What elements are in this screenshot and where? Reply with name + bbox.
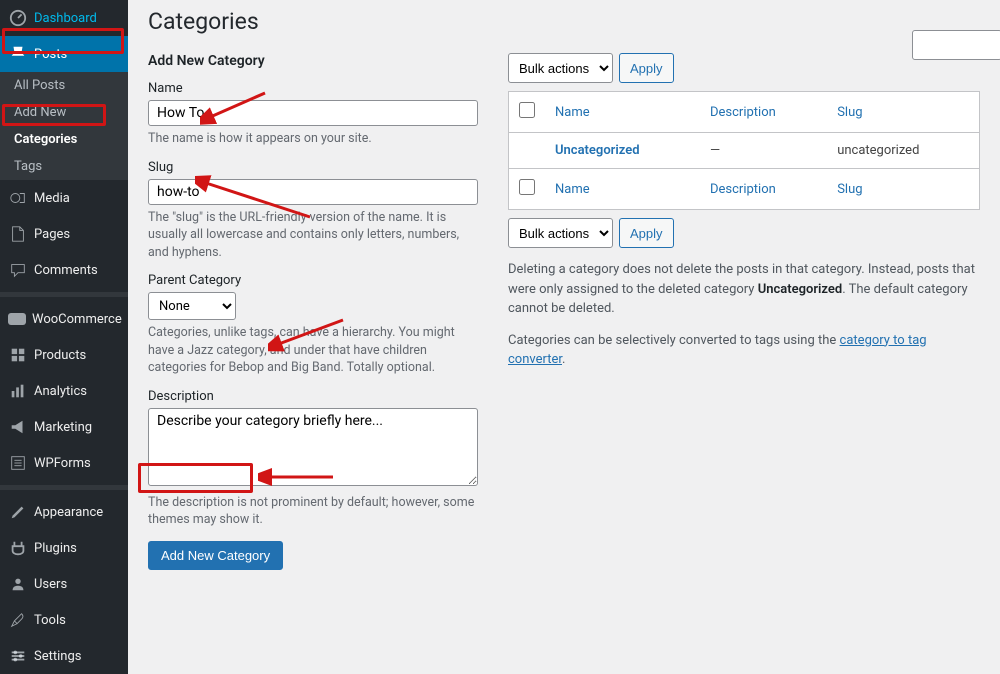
- description-label: Description: [148, 389, 478, 404]
- sidebar-label: WooCommerce: [32, 312, 122, 327]
- select-all-top[interactable]: [519, 102, 535, 118]
- sidebar-item-settings[interactable]: Settings: [0, 638, 128, 674]
- col-slug-footer[interactable]: Slug: [827, 169, 979, 210]
- table-row: Uncategorized — uncategorized: [509, 133, 980, 169]
- col-slug-header[interactable]: Slug: [827, 92, 979, 133]
- add-category-form: Add New Category Name The name is how it…: [148, 53, 478, 570]
- page-icon: [8, 224, 28, 244]
- col-desc-header[interactable]: Description: [700, 92, 827, 133]
- sidebar-label: Settings: [34, 649, 81, 664]
- comment-icon: [8, 260, 28, 280]
- col-desc-footer[interactable]: Description: [700, 169, 827, 210]
- sidebar-label: WPForms: [34, 456, 91, 471]
- sidebar-item-appearance[interactable]: Appearance: [0, 494, 128, 530]
- sidebar-item-pages[interactable]: Pages: [0, 216, 128, 252]
- sidebar-label: Appearance: [34, 505, 103, 520]
- sidebar-item-dashboard[interactable]: Dashboard: [0, 0, 128, 36]
- sidebar-submenu-posts: All Posts Add New Categories Tags: [0, 72, 128, 180]
- name-desc: The name is how it appears on your site.: [148, 130, 478, 148]
- row-name-link[interactable]: Uncategorized: [555, 143, 640, 158]
- products-icon: [8, 345, 28, 365]
- sidebar-item-woocommerce[interactable]: WooCommerce: [0, 301, 128, 337]
- sidebar-label: Plugins: [34, 541, 77, 556]
- form-heading: Add New Category: [148, 53, 478, 69]
- tools-icon: [8, 610, 28, 630]
- apply-bottom-button[interactable]: Apply: [619, 218, 674, 248]
- name-label: Name: [148, 81, 478, 96]
- sidebar-label: Dashboard: [34, 11, 97, 26]
- parent-desc: Categories, unlike tags, can have a hier…: [148, 324, 478, 377]
- sidebar-item-wpforms[interactable]: WPForms: [0, 445, 128, 481]
- add-category-button[interactable]: Add New Category: [148, 541, 283, 570]
- name-input[interactable]: [148, 100, 478, 126]
- sidebar-label: Posts: [34, 47, 67, 62]
- plugins-icon: [8, 538, 28, 558]
- dashboard-icon: [8, 8, 28, 28]
- wpforms-icon: [8, 453, 28, 473]
- row-slug: uncategorized: [827, 133, 979, 169]
- sidebar-label: Comments: [34, 263, 98, 278]
- parent-label: Parent Category: [148, 273, 478, 288]
- sidebar-item-comments[interactable]: Comments: [0, 252, 128, 288]
- sidebar-label: Analytics: [34, 384, 87, 399]
- sidebar-sub-add-new[interactable]: Add New: [0, 99, 128, 126]
- sidebar-item-marketing[interactable]: Marketing: [0, 409, 128, 445]
- sidebar-item-users[interactable]: Users: [0, 566, 128, 602]
- sidebar-label: Marketing: [34, 420, 92, 435]
- sidebar-label: Tools: [34, 613, 66, 628]
- sidebar-item-media[interactable]: Media: [0, 180, 128, 216]
- sidebar-sub-all-posts[interactable]: All Posts: [0, 72, 128, 99]
- categories-table: Name Description Slug Uncategorized — un…: [508, 91, 980, 210]
- menu-separator: [0, 292, 128, 297]
- sidebar-item-posts[interactable]: Posts: [0, 36, 128, 72]
- slug-input[interactable]: [148, 179, 478, 205]
- description-desc: The description is not prominent by defa…: [148, 494, 478, 529]
- slug-label: Slug: [148, 160, 478, 175]
- media-icon: [8, 188, 28, 208]
- sidebar-sub-categories[interactable]: Categories: [0, 126, 128, 153]
- field-parent: Parent Category None Categories, unlike …: [148, 273, 478, 377]
- settings-icon: [8, 646, 28, 666]
- analytics-icon: [8, 381, 28, 401]
- sidebar-item-tools[interactable]: Tools: [0, 602, 128, 638]
- parent-select[interactable]: None: [148, 292, 236, 320]
- tablenav-bottom: Bulk actions Apply: [508, 218, 980, 248]
- sidebar-label: Pages: [34, 227, 70, 242]
- slug-desc: The "slug" is the URL-friendly version o…: [148, 209, 478, 262]
- category-notes: Deleting a category does not delete the …: [508, 260, 980, 370]
- tablenav-top: Bulk actions Apply: [508, 53, 980, 83]
- field-slug: Slug The "slug" is the URL-friendly vers…: [148, 160, 478, 262]
- bulk-actions-bottom[interactable]: Bulk actions: [508, 218, 613, 248]
- search-input[interactable]: [912, 30, 1000, 60]
- sidebar-label: Users: [34, 577, 67, 592]
- description-textarea[interactable]: Describe your category briefly here...: [148, 408, 478, 486]
- sidebar-item-products[interactable]: Products: [0, 337, 128, 373]
- sidebar-sub-tags[interactable]: Tags: [0, 153, 128, 180]
- field-description: Description Describe your category brief…: [148, 389, 478, 529]
- users-icon: [8, 574, 28, 594]
- sidebar-item-plugins[interactable]: Plugins: [0, 530, 128, 566]
- field-name: Name The name is how it appears on your …: [148, 81, 478, 148]
- apply-top-button[interactable]: Apply: [619, 53, 674, 83]
- appearance-icon: [8, 502, 28, 522]
- row-desc: —: [700, 133, 827, 169]
- select-all-bottom[interactable]: [519, 179, 535, 195]
- page-title: Categories: [148, 8, 980, 35]
- marketing-icon: [8, 417, 28, 437]
- sidebar-item-analytics[interactable]: Analytics: [0, 373, 128, 409]
- pin-icon: [8, 44, 28, 64]
- sidebar-label: Media: [34, 191, 70, 206]
- admin-sidebar: Dashboard Posts All Posts Add New Catego…: [0, 0, 128, 674]
- col-name-footer[interactable]: Name: [545, 169, 700, 210]
- woocommerce-icon: [8, 309, 26, 329]
- search-box: [912, 30, 1000, 60]
- col-name-header[interactable]: Name: [545, 92, 700, 133]
- bulk-actions-top[interactable]: Bulk actions: [508, 53, 613, 83]
- menu-separator: [0, 485, 128, 490]
- sidebar-label: Products: [34, 348, 86, 363]
- main-content: Categories Add New Category Name The nam…: [128, 0, 1000, 674]
